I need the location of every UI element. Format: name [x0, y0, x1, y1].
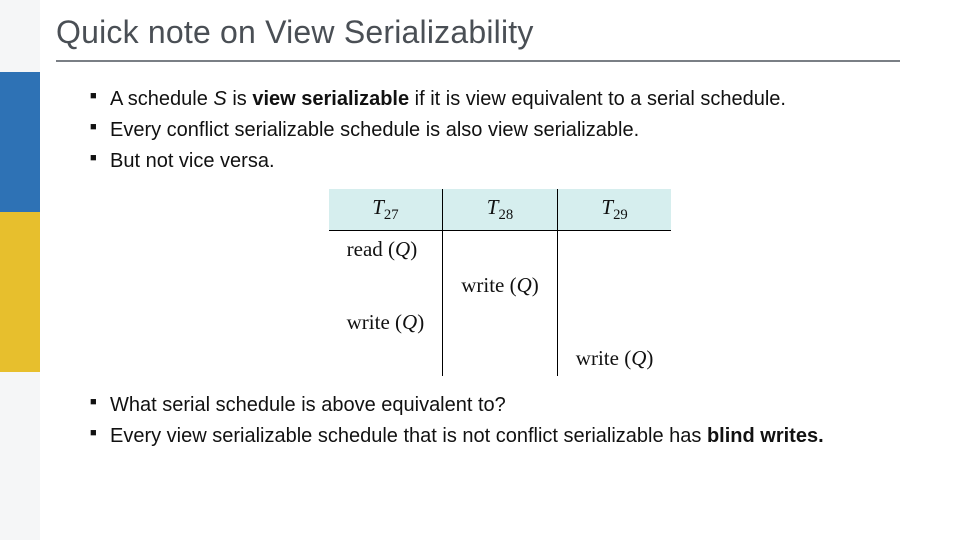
cell-t27-read: read (Q) [329, 231, 443, 268]
bullet-list-top: A schedule S is view serializable if it … [90, 86, 910, 175]
schedule-figure: T27 T28 T29 read (Q) write (Q) write (Q) [90, 189, 910, 376]
bullet-list-bottom: What serial schedule is above equivalent… [90, 392, 910, 450]
cell-empty-3b [443, 304, 558, 340]
schedule-header-t27-sub: 27 [384, 207, 399, 223]
cell-empty-3c [557, 304, 671, 340]
bullet-4: What serial schedule is above equivalent… [90, 392, 910, 419]
schedule-header-t28: T28 [443, 189, 558, 231]
bullet-3: But not vice versa. [90, 148, 910, 175]
left-strip-top [0, 0, 40, 72]
op-arg-2: Q [517, 273, 532, 297]
content-top: A schedule S is view serializable if it … [90, 86, 910, 394]
schedule-header-t27: T27 [329, 189, 443, 231]
op-write-2: write [461, 273, 504, 297]
cell-t28-write: write (Q) [443, 267, 558, 303]
bullet-1-text-a: A schedule [110, 88, 213, 110]
op-write-4: write [576, 346, 619, 370]
bullet-5-bold: blind writes. [707, 425, 824, 447]
schedule-table: T27 T28 T29 read (Q) write (Q) write (Q) [329, 189, 672, 376]
op-arg-3: Q [402, 310, 417, 334]
cell-t29-write: write (Q) [557, 340, 671, 376]
op-read-1: read [347, 237, 383, 261]
bullet-1-var-s: S [213, 88, 226, 110]
schedule-header-t29: T29 [557, 189, 671, 231]
bullet-1-text-b: is [227, 88, 253, 110]
op-arg-4: Q [631, 346, 646, 370]
bullet-1: A schedule S is view serializable if it … [90, 86, 910, 113]
schedule-row-4: write (Q) [329, 340, 672, 376]
schedule-row-2: write (Q) [329, 267, 672, 303]
cell-empty-2a [329, 267, 443, 303]
bullet-5-text-a: Every view serializable schedule that is… [110, 425, 707, 447]
cell-empty-4a [329, 340, 443, 376]
op-write-3: write [347, 310, 390, 334]
bullet-1-bold: view serializable [252, 88, 409, 110]
schedule-header-t29-sub: 29 [613, 207, 628, 223]
schedule-row-1: read (Q) [329, 231, 672, 268]
left-strip-blue [0, 72, 40, 212]
op-arg-1: Q [395, 237, 410, 261]
schedule-header-t28-t: T [487, 195, 499, 219]
bullet-1-text-c: if it is view equivalent to a serial sch… [409, 88, 786, 110]
slide-title: Quick note on View Serializability [56, 14, 534, 51]
schedule-header-row: T27 T28 T29 [329, 189, 672, 231]
schedule-header-t28-sub: 28 [498, 207, 513, 223]
title-underline [56, 60, 900, 62]
bullet-5: Every view serializable schedule that is… [90, 423, 910, 450]
cell-empty-1c [557, 231, 671, 268]
cell-empty-2c [557, 267, 671, 303]
cell-empty-4b [443, 340, 558, 376]
cell-t27-write: write (Q) [329, 304, 443, 340]
left-strip-bottom [0, 372, 40, 540]
schedule-row-3: write (Q) [329, 304, 672, 340]
left-strip-yellow [0, 212, 40, 372]
schedule-header-t27-t: T [372, 195, 384, 219]
bullet-2: Every conflict serializable schedule is … [90, 117, 910, 144]
cell-empty-1b [443, 231, 558, 268]
schedule-header-t29-t: T [601, 195, 613, 219]
content-bottom: What serial schedule is above equivalent… [90, 392, 910, 454]
